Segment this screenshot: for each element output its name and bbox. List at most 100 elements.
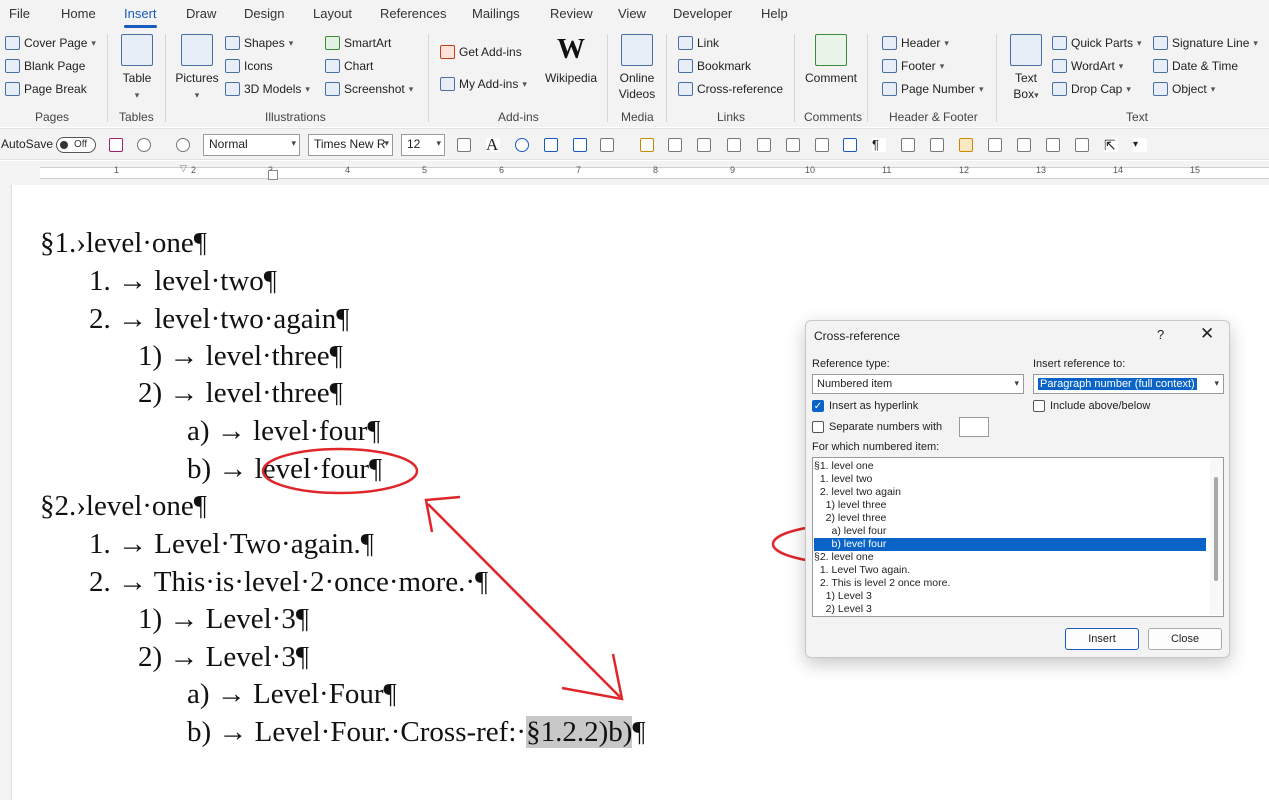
blank-page-icon[interactable]	[901, 138, 915, 152]
tab-home[interactable]: Home	[61, 6, 96, 21]
font-size-select[interactable]: 12 ▾	[401, 134, 445, 156]
user-icon[interactable]	[1075, 138, 1089, 152]
table-icon[interactable]	[959, 138, 973, 152]
tab-help[interactable]: Help	[761, 6, 788, 21]
wordart-button[interactable]: WordArt ▾	[1052, 59, 1123, 73]
include-above-below-checkbox[interactable]	[1033, 400, 1045, 412]
header-button[interactable]: Header ▾	[882, 36, 949, 50]
style-select[interactable]: Normal ▾	[203, 134, 300, 156]
customize-toolbar-icon[interactable]: ▾	[1133, 138, 1147, 152]
comment-button[interactable]: Comment	[801, 34, 861, 86]
screenshot-button[interactable]: Screenshot ▾	[325, 82, 413, 96]
tab-view[interactable]: View	[618, 6, 646, 21]
list-item[interactable]: 2. level two again	[814, 486, 1206, 499]
separate-numbers-input[interactable]	[959, 417, 989, 437]
quick-parts-button[interactable]: Quick Parts ▾	[1052, 36, 1142, 50]
object-button[interactable]: Object ▾	[1153, 82, 1215, 96]
image-edit-icon[interactable]	[1046, 138, 1060, 152]
page-number-button[interactable]: Page Number ▾	[882, 82, 984, 96]
table-button[interactable]: Table ▾	[119, 34, 155, 103]
bookmark-button[interactable]: Bookmark	[678, 59, 751, 73]
pictures-button[interactable]: Pictures ▾	[174, 34, 220, 103]
list-item[interactable]: a) level four	[814, 525, 1206, 538]
close-button[interactable]: Close	[1148, 628, 1222, 650]
undo-icon[interactable]	[137, 138, 151, 152]
wikipedia-button[interactable]: W Wikipedia	[543, 34, 599, 86]
font-select[interactable]: Times New R ▾	[308, 134, 393, 156]
list-item[interactable]: 2. This is level 2 once more.	[814, 577, 1206, 590]
footer-button[interactable]: Footer ▾	[882, 59, 944, 73]
icons-button[interactable]: Icons	[225, 59, 273, 73]
scrollbar-thumb[interactable]	[1214, 477, 1218, 581]
list-item[interactable]: 1. level two	[814, 473, 1206, 486]
insert-hyperlink-checkbox[interactable]: ✓	[812, 400, 824, 412]
pilcrow-icon[interactable]: ¶	[872, 138, 886, 152]
list-item-selected[interactable]: b) level four	[814, 538, 1206, 551]
list-item[interactable]: §1. level one	[814, 460, 1206, 473]
smartart-button[interactable]: SmartArt	[325, 36, 391, 50]
sort-icon[interactable]	[697, 138, 711, 152]
indent-icon[interactable]	[727, 138, 741, 152]
list-item[interactable]: 1. Level Two again.	[814, 564, 1206, 577]
tab-developer[interactable]: Developer	[673, 6, 732, 21]
page-break-button[interactable]: Page Break	[5, 82, 87, 96]
copy-icon[interactable]	[815, 138, 829, 152]
shape-icon[interactable]	[515, 138, 529, 152]
numbered-item-list[interactable]: §1. level one 1. level two 2. level two …	[812, 457, 1224, 617]
picture-icon[interactable]	[930, 138, 944, 152]
drop-cap-button[interactable]: Drop Cap ▾	[1052, 82, 1131, 96]
bullet-list-icon[interactable]	[786, 138, 800, 152]
paste-icon[interactable]	[668, 138, 682, 152]
tab-mailings[interactable]: Mailings	[472, 6, 520, 21]
online-videos-button[interactable]: Online Videos	[615, 34, 659, 102]
my-addins-button[interactable]: My Add-ins ▾	[440, 77, 527, 91]
save-icon[interactable]	[109, 138, 123, 152]
insert-icon[interactable]	[843, 138, 857, 152]
tab-insert[interactable]: Insert	[124, 6, 157, 28]
text-box-button[interactable]: Text Box▾	[1006, 34, 1046, 103]
list-item[interactable]: 1) Level 3	[814, 590, 1206, 603]
list-item[interactable]: 2) level three	[814, 512, 1206, 525]
first-line-indent-marker[interactable]: ▽	[180, 163, 187, 174]
tab-design[interactable]: Design	[244, 6, 284, 21]
shapes-button[interactable]: Shapes ▾	[225, 36, 293, 50]
hanging-indent-marker[interactable]	[268, 170, 278, 180]
highlight-icon[interactable]	[640, 138, 654, 152]
link-icon[interactable]	[600, 138, 614, 152]
separate-numbers-checkbox[interactable]	[812, 421, 824, 433]
paragraph-format-icon[interactable]	[457, 138, 471, 152]
get-addins-button[interactable]: Get Add-ins	[440, 45, 522, 59]
3d-models-button[interactable]: 3D Models ▾	[225, 82, 310, 96]
tab-file[interactable]: File	[9, 6, 30, 21]
link-button[interactable]: Link	[678, 36, 719, 50]
tab-references[interactable]: References	[380, 6, 446, 21]
text-box-icon[interactable]	[544, 138, 558, 152]
close-icon[interactable]: ✕	[1200, 324, 1214, 344]
insert-button[interactable]: Insert	[1065, 628, 1139, 650]
chart-button[interactable]: Chart	[325, 59, 373, 73]
autosave-toggle[interactable]: Off	[56, 137, 96, 153]
insert-reference-select[interactable]: Paragraph number (full context) ▾	[1033, 374, 1224, 394]
cross-reference-field[interactable]: §1.2.2)b)	[526, 716, 633, 748]
help-button[interactable]: ?	[1157, 327, 1164, 342]
list-item[interactable]: 1) level three	[814, 499, 1206, 512]
select-cursor-icon[interactable]: ⇱	[1104, 138, 1118, 152]
cross-reference-button[interactable]: Cross-reference	[678, 82, 783, 96]
blank-page-button[interactable]: Blank Page	[5, 59, 85, 73]
list-scrollbar[interactable]	[1210, 459, 1223, 615]
tab-layout[interactable]: Layout	[313, 6, 352, 21]
document-icon[interactable]	[757, 138, 771, 152]
cover-page-button[interactable]: Cover Page ▾	[5, 36, 96, 50]
redo-icon[interactable]	[176, 138, 190, 152]
list-item[interactable]: 2) Level 3	[814, 603, 1206, 616]
screenshot-icon[interactable]	[988, 138, 1002, 152]
horizontal-ruler[interactable]: 1 2 3 4 5 6 7 8 9 10 11 12 13 14 15 ▽	[0, 161, 1269, 185]
signature-icon[interactable]	[1017, 138, 1031, 152]
date-time-button[interactable]: Date & Time	[1153, 59, 1238, 73]
tab-draw[interactable]: Draw	[186, 6, 216, 21]
tab-review[interactable]: Review	[550, 6, 593, 21]
signature-line-button[interactable]: Signature Line ▾	[1153, 36, 1258, 50]
list-item[interactable]: §2. level one	[814, 551, 1206, 564]
image-icon[interactable]	[573, 138, 587, 152]
font-color-icon[interactable]: A	[486, 136, 500, 153]
